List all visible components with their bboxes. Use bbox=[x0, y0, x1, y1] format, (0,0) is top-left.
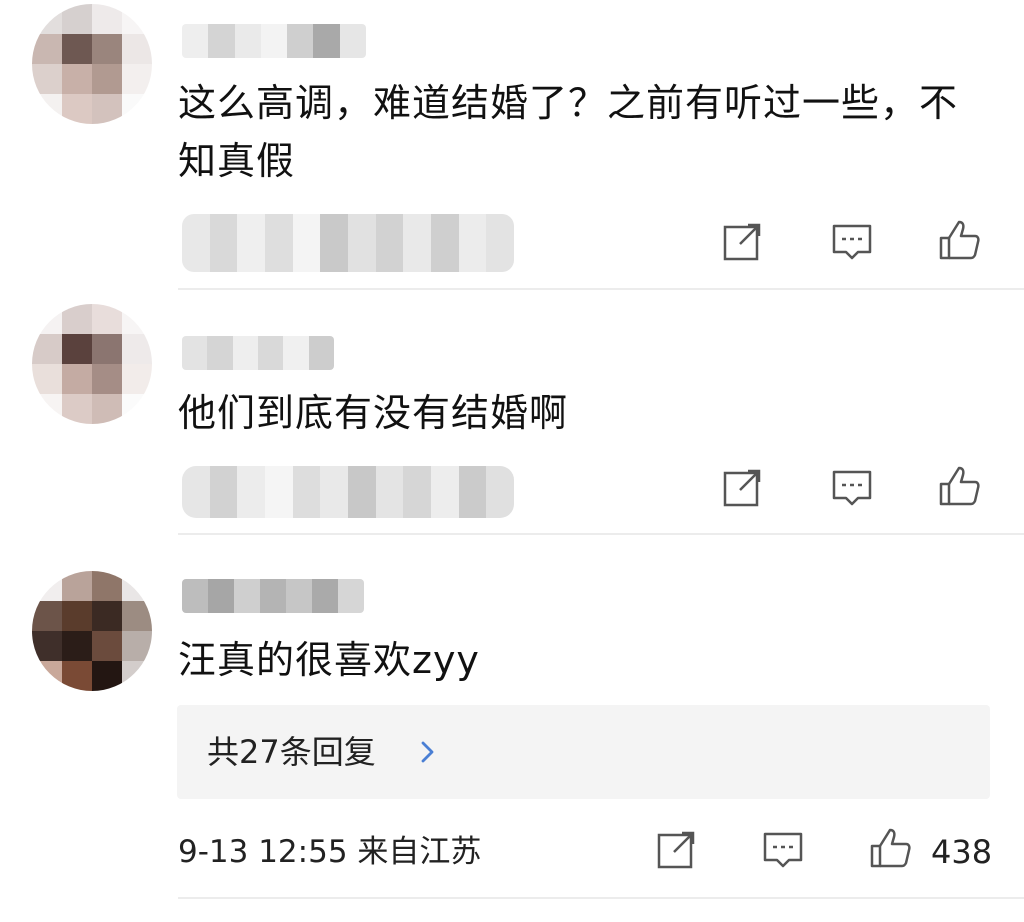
share-icon[interactable] bbox=[718, 218, 766, 266]
divider bbox=[178, 897, 1024, 899]
avatar[interactable] bbox=[32, 571, 152, 691]
comment-icon[interactable] bbox=[828, 464, 876, 512]
avatar[interactable] bbox=[32, 304, 152, 424]
comment-text: 他们到底有没有结婚啊 bbox=[178, 391, 569, 435]
comment-item: 汪真的很喜欢zyy 共27条回复 9-13 12:55 来自江苏 438 bbox=[0, 535, 1024, 922]
replies-count-label: 共27条回复 bbox=[207, 733, 376, 771]
comment-icon[interactable] bbox=[828, 218, 876, 266]
share-icon[interactable] bbox=[718, 464, 766, 512]
comment-meta: 9-13 12:55 来自江苏 bbox=[178, 834, 482, 870]
like-count: 438 bbox=[931, 833, 993, 871]
username-blurred[interactable] bbox=[182, 336, 334, 370]
share-icon[interactable] bbox=[652, 826, 700, 874]
thumbs-up-icon[interactable] bbox=[935, 216, 983, 264]
chevron-right-icon bbox=[413, 737, 443, 767]
timestamp-blurred bbox=[182, 214, 514, 272]
comment-item: 他们到底有没有结婚啊 bbox=[0, 290, 1024, 535]
timestamp-blurred bbox=[182, 466, 514, 518]
username-blurred[interactable] bbox=[182, 24, 366, 58]
comment-icon[interactable] bbox=[759, 826, 807, 874]
thumbs-up-icon[interactable] bbox=[935, 462, 983, 510]
view-replies-button[interactable]: 共27条回复 bbox=[177, 705, 990, 799]
comment-text: 汪真的很喜欢zyy bbox=[178, 638, 480, 682]
comment-text: 这么高调，难道结婚了？之前有听过一些，不知真假 bbox=[178, 81, 959, 183]
username-blurred[interactable] bbox=[182, 579, 364, 613]
thumbs-up-icon[interactable] bbox=[866, 824, 914, 872]
comment-item: 这么高调，难道结婚了？之前有听过一些，不知真假 bbox=[0, 0, 1024, 290]
avatar[interactable] bbox=[32, 4, 152, 124]
